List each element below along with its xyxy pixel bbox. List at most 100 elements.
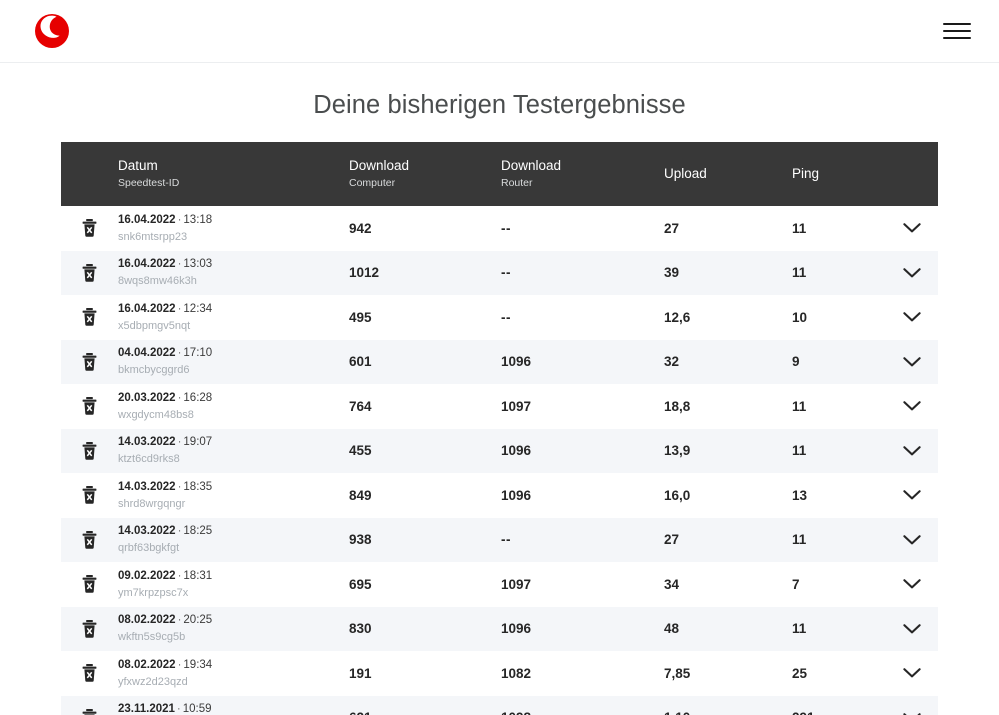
cell-datum: 14.03.2022 · 19:07 ktzt6cd9rks8: [118, 429, 349, 474]
table-row[interactable]: 08.02.2022 · 19:34 yfxwz2d23qzd 191 1082 7,85 2…: [61, 651, 938, 696]
cell-upload: 12,6: [664, 295, 792, 340]
trash-icon[interactable]: [77, 660, 103, 686]
row-speedtest-id: 8wqs8mw46k3h: [118, 275, 197, 288]
cell-delete: [61, 295, 118, 340]
trash-icon[interactable]: [77, 438, 103, 464]
row-speedtest-id: wxgdycm48bs8: [118, 408, 194, 421]
download-computer-value: 601: [349, 354, 372, 370]
table-row[interactable]: 23.11.2021·10:59vvc2nyc7mtvc621 1098 1,10 2…: [61, 695, 938, 715]
chevron-down-icon[interactable]: [899, 705, 925, 715]
cell-ping: 11: [792, 607, 885, 652]
trash-icon[interactable]: [77, 304, 103, 330]
cell-expand: [885, 651, 938, 696]
row-date: 14.03.2022 · 18:25: [118, 524, 349, 539]
table-row[interactable]: 14.03.2022 · 19:07 ktzt6cd9rks8 455 1096 13,9 1…: [61, 428, 938, 474]
chevron-down-icon[interactable]: [899, 260, 925, 286]
chevron-down-icon[interactable]: [899, 349, 925, 375]
cell-delete: [61, 206, 118, 251]
hamburger-menu-icon[interactable]: [941, 17, 975, 45]
cell-download-router: --: [501, 251, 664, 296]
upload-value: 7,85: [664, 665, 691, 681]
ping-value: 13: [792, 487, 808, 503]
upload-value: 27: [664, 220, 680, 236]
cell-upload: 13,9: [664, 429, 792, 474]
column-header-label: Download: [501, 157, 562, 173]
download-router-value: 1097: [501, 398, 532, 414]
column-header-label: Upload: [664, 165, 707, 181]
cell-download-computer: 455: [349, 429, 501, 474]
trash-icon[interactable]: [77, 705, 103, 715]
row-date: 04.04.2022 · 17:10: [118, 346, 349, 361]
chevron-down-icon[interactable]: [899, 482, 925, 508]
chevron-down-icon[interactable]: [899, 660, 925, 686]
cell-datum: 08.02.2022 · 19:34 yfxwz2d23qzd: [118, 651, 349, 696]
trash-icon[interactable]: [77, 215, 103, 241]
chevron-down-icon[interactable]: [899, 616, 925, 642]
upload-value: 18,8: [664, 398, 691, 414]
cell-download-router: 1096: [501, 429, 664, 474]
trash-icon[interactable]: [77, 616, 103, 642]
table-row[interactable]: 09.02.2022 · 18:31 ym7krpzpsc7x 695 1097 34 7: [61, 562, 938, 607]
table-row[interactable]: 16.04.2022 · 13:18 snk6mtsrpp23 942 -- 27 11: [61, 206, 938, 251]
cell-delete: [61, 562, 118, 607]
chevron-down-icon[interactable]: [899, 215, 925, 241]
table-header: Datum Speedtest-ID Download Computer Dow…: [61, 142, 938, 206]
column-header-expand: [885, 142, 938, 206]
row-time-value: 12:34: [183, 302, 213, 315]
table-row[interactable]: 14.03.2022 · 18:35 shrd8wrgqngr 849 1096 16,0 1…: [61, 473, 938, 518]
hamburger-bar: [943, 23, 971, 25]
table-row[interactable]: 16.04.2022 · 13:03 8wqs8mw46k3h 1012 -- 39 11: [61, 250, 938, 296]
column-header-sublabel: Router: [501, 177, 533, 190]
chevron-down-icon[interactable]: [899, 393, 925, 419]
chevron-down-icon[interactable]: [899, 527, 925, 553]
trash-icon[interactable]: [77, 393, 103, 419]
trash-icon[interactable]: [77, 349, 103, 375]
trash-icon[interactable]: [77, 482, 103, 508]
cell-download-computer: 938: [349, 518, 501, 563]
cell-expand: [885, 518, 938, 563]
ping-value: 25: [792, 665, 808, 681]
cell-expand: [885, 473, 938, 518]
row-date-value: 23.11.2021: [118, 703, 175, 715]
cell-ping: 10: [792, 295, 885, 340]
trash-icon[interactable]: [77, 527, 103, 553]
download-router-value: --: [501, 532, 511, 548]
chevron-down-icon[interactable]: [899, 304, 925, 330]
column-header-upload: Upload: [664, 142, 792, 206]
row-date: 16.04.2022 · 13:03: [118, 257, 349, 272]
table-row[interactable]: 16.04.2022 · 12:34 x5dbpmgv5nqt 495 -- 12,6 10: [61, 295, 938, 340]
download-computer-value: 764: [349, 398, 372, 414]
table-row[interactable]: 04.04.2022 · 17:10 bkmcbycggrd6 601 1096 32 9: [61, 339, 938, 384]
cell-download-computer: 942: [349, 206, 501, 251]
cell-delete: [61, 518, 118, 563]
table-row[interactable]: 14.03.2022 · 18:25 qrbf63bgkfgt 938 -- 27 11: [61, 517, 938, 563]
download-router-value: 1097: [501, 576, 532, 592]
cell-ping: 291: [792, 696, 885, 715]
vodafone-speechmark-logo[interactable]: [28, 7, 76, 55]
download-router-value: --: [501, 265, 511, 281]
upload-value: 48: [664, 621, 680, 637]
table-row[interactable]: 20.03.2022 · 16:28 wxgdycm48bs8 764 1097 18,8 1…: [61, 384, 938, 429]
row-date: 23.11.2021 · 10:59: [118, 702, 349, 715]
download-router-value: 1096: [501, 621, 532, 637]
row-date: 14.03.2022 · 19:07: [118, 435, 349, 450]
trash-icon[interactable]: [77, 260, 103, 286]
cell-delete: [61, 696, 118, 715]
table-row[interactable]: 08.02.2022 · 20:25 wkftn5s9cg5b 830 1096 48 11: [61, 606, 938, 652]
chevron-down-icon[interactable]: [899, 571, 925, 597]
chevron-down-icon[interactable]: [899, 438, 925, 464]
row-time-value: 18:35: [183, 480, 213, 493]
cell-ping: 25: [792, 651, 885, 696]
row-date-value: 04.04.2022: [118, 347, 176, 360]
row-time-value: 13:18: [183, 213, 213, 226]
cell-expand: [885, 251, 938, 296]
cell-datum: 16.04.2022 · 12:34 x5dbpmgv5nqt: [118, 295, 349, 340]
row-speedtest-id: qrbf63bgkfgt: [118, 542, 180, 555]
trash-icon[interactable]: [77, 571, 103, 597]
column-header-label: Ping: [792, 165, 820, 181]
ping-value: 11: [792, 265, 807, 281]
row-date-value: 16.04.2022: [118, 302, 176, 315]
download-router-value: --: [501, 220, 511, 236]
ping-value: 291: [792, 710, 815, 715]
download-computer-value: 830: [349, 621, 372, 637]
